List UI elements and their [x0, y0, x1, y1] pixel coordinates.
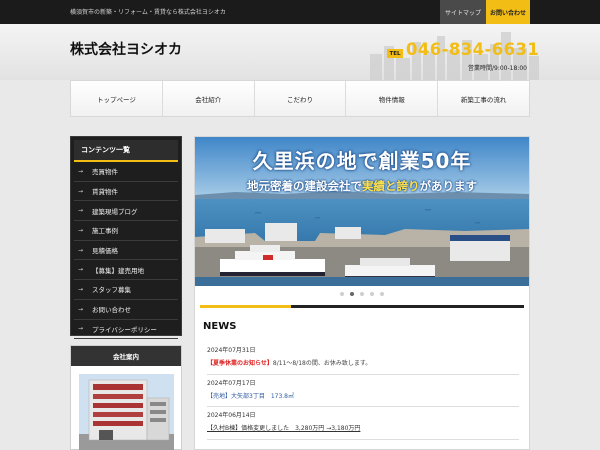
sidebar-item-estimate[interactable]: → 見積価格 [74, 241, 178, 261]
sidebar-item-land[interactable]: → 【募集】建売用地 [74, 260, 178, 281]
sidebar-menu: コンテンツ一覧 → 売買物件 → 賃貸物件 → 建築現場ブログ → 施工事例 → 見積価格… [70, 136, 182, 340]
slider-dot[interactable] [360, 292, 364, 296]
sidebar-item-label: 売買物件 [92, 168, 118, 177]
news-item: 2024年07月31日 【夏季休業のお知らせ】8/11～8/18の間、お休み致し… [207, 342, 519, 375]
news-body: 8/11～8/18の間、お休み致します。 [272, 360, 372, 367]
slider-dot[interactable] [380, 292, 384, 296]
sidebar-title: コンテンツ一覧 [74, 140, 178, 162]
sidebar-item-label: スタッフ募集 [92, 286, 131, 295]
news-text[interactable]: 【久村B棟】価格変更しました 3,280万円 →3,180万円 [207, 423, 519, 432]
news-tag: 【夏季休業のお知らせ】 [207, 360, 273, 367]
sidebar-item-sale[interactable]: → 売買物件 [74, 162, 178, 182]
slider-progress-bar [200, 305, 524, 308]
news-date: 2024年07月17日 [207, 379, 256, 387]
news-text[interactable]: 【夏季休業のお知らせ】8/11～8/18の間、お休み致します。 [207, 358, 519, 367]
main-content: 久里浜の地で創業50年 地元密着の建設会社で実績と誇りがあります NEWS 20… [194, 136, 530, 450]
sidebar-item-label: 賃貸物件 [92, 188, 118, 197]
business-hours: 営業時間/9:00-18:00 [468, 65, 527, 72]
company-info-box[interactable]: 会社案内 [70, 345, 182, 450]
hero-sub-part1: 地元密着の建設会社で [247, 179, 362, 193]
global-nav: トップページ 会社紹介 こだわり 物件情報 新築工事の流れ [70, 80, 530, 117]
arrow-right-icon: → [78, 266, 84, 274]
sidebar-item-privacy[interactable]: → プライバシーポリシー [74, 320, 178, 340]
hero-sub-highlight: 実績と誇り [362, 179, 420, 193]
sidebar-item-blog[interactable]: → 建築現場ブログ [74, 201, 178, 222]
arrow-right-icon: → [78, 246, 84, 254]
site-header: 株式会社ヨシオカ TEL 046-834-6631 営業時間/9:00-18:0… [0, 24, 600, 80]
sidebar-item-label: 建築現場ブログ [92, 207, 138, 216]
sidebar-item-recruit[interactable]: → スタッフ募集 [74, 280, 178, 300]
news-date: 2024年07月31日 [207, 347, 256, 354]
hero-subheadline: 地元密着の建設会社で実績と誇りがあります [195, 178, 529, 194]
slider-dots [195, 292, 529, 300]
sidebar-item-label: 【募集】建売用地 [92, 266, 144, 275]
nav-properties[interactable]: 物件情報 [346, 81, 439, 116]
slider-dot[interactable] [340, 292, 344, 296]
nav-commitment[interactable]: こだわり [254, 81, 347, 116]
tel-badge: TEL [387, 49, 403, 58]
news-item: 2024年07月17日 【売地】大矢部3丁目 173.8㎡ [207, 375, 519, 407]
slider-progress-fill [200, 305, 291, 308]
arrow-right-icon: → [78, 207, 84, 215]
company-logo[interactable]: 株式会社ヨシオカ [70, 39, 182, 59]
sidebar-item-label: 見積価格 [92, 247, 118, 256]
company-box-title: 会社案内 [71, 346, 181, 366]
hero-headline: 久里浜の地で創業50年 [252, 149, 472, 173]
sidebar-item-contact[interactable]: → お問い合わせ [74, 300, 178, 320]
news-text[interactable]: 【売地】大矢部3丁目 173.8㎡ [207, 391, 519, 400]
arrow-right-icon: → [78, 187, 84, 195]
arrow-right-icon: → [78, 285, 84, 293]
hero-sub-part3: があります [419, 179, 478, 193]
arrow-right-icon: → [78, 226, 84, 234]
slider-dot[interactable] [350, 292, 354, 296]
arrow-right-icon: → [78, 325, 84, 333]
sidebar-item-works[interactable]: → 施工事例 [74, 221, 178, 241]
news-link[interactable]: 【売地】大矢部3丁目 173.8㎡ [207, 393, 294, 400]
news-item: 2024年06月14日 【久村B棟】価格変更しました 3,280万円 →3,18… [207, 407, 519, 440]
sidebar-item-label: お問い合わせ [92, 306, 131, 315]
phone-number[interactable]: 046-834-6631 [406, 40, 539, 59]
arrow-right-icon: → [78, 305, 84, 313]
nav-top[interactable]: トップページ [71, 81, 163, 116]
news-list: 2024年07月31日 【夏季休業のお知らせ】8/11～8/18の間、お休み致し… [207, 342, 519, 440]
arrow-right-icon: → [78, 167, 84, 175]
office-building-photo [79, 374, 174, 450]
top-bar: 横須賀市の新築・リフォーム・賃貸なら株式会社ヨシオカ サイトマップ お問い合わせ [0, 0, 600, 24]
hero-slider[interactable]: 久里浜の地で創業50年 地元密着の建設会社で実績と誇りがあります [195, 137, 529, 286]
news-heading: NEWS [203, 321, 237, 332]
sidebar-item-label: 施工事例 [92, 227, 118, 236]
nav-company[interactable]: 会社紹介 [162, 81, 255, 116]
contact-link[interactable]: お問い合わせ [486, 0, 530, 24]
slider-dot[interactable] [370, 292, 374, 296]
news-date: 2024年06月14日 [207, 412, 256, 419]
news-link[interactable]: 【久村B棟】価格変更しました 3,280万円 →3,180万円 [207, 425, 360, 432]
sidebar-item-label: プライバシーポリシー [92, 325, 157, 334]
sitemap-link[interactable]: サイトマップ [440, 0, 486, 24]
nav-construction-flow[interactable]: 新築工事の流れ [438, 81, 529, 116]
site-tagline: 横須賀市の新築・リフォーム・賃貸なら株式会社ヨシオカ [70, 9, 226, 16]
sidebar-item-rent[interactable]: → 賃貸物件 [74, 182, 178, 202]
